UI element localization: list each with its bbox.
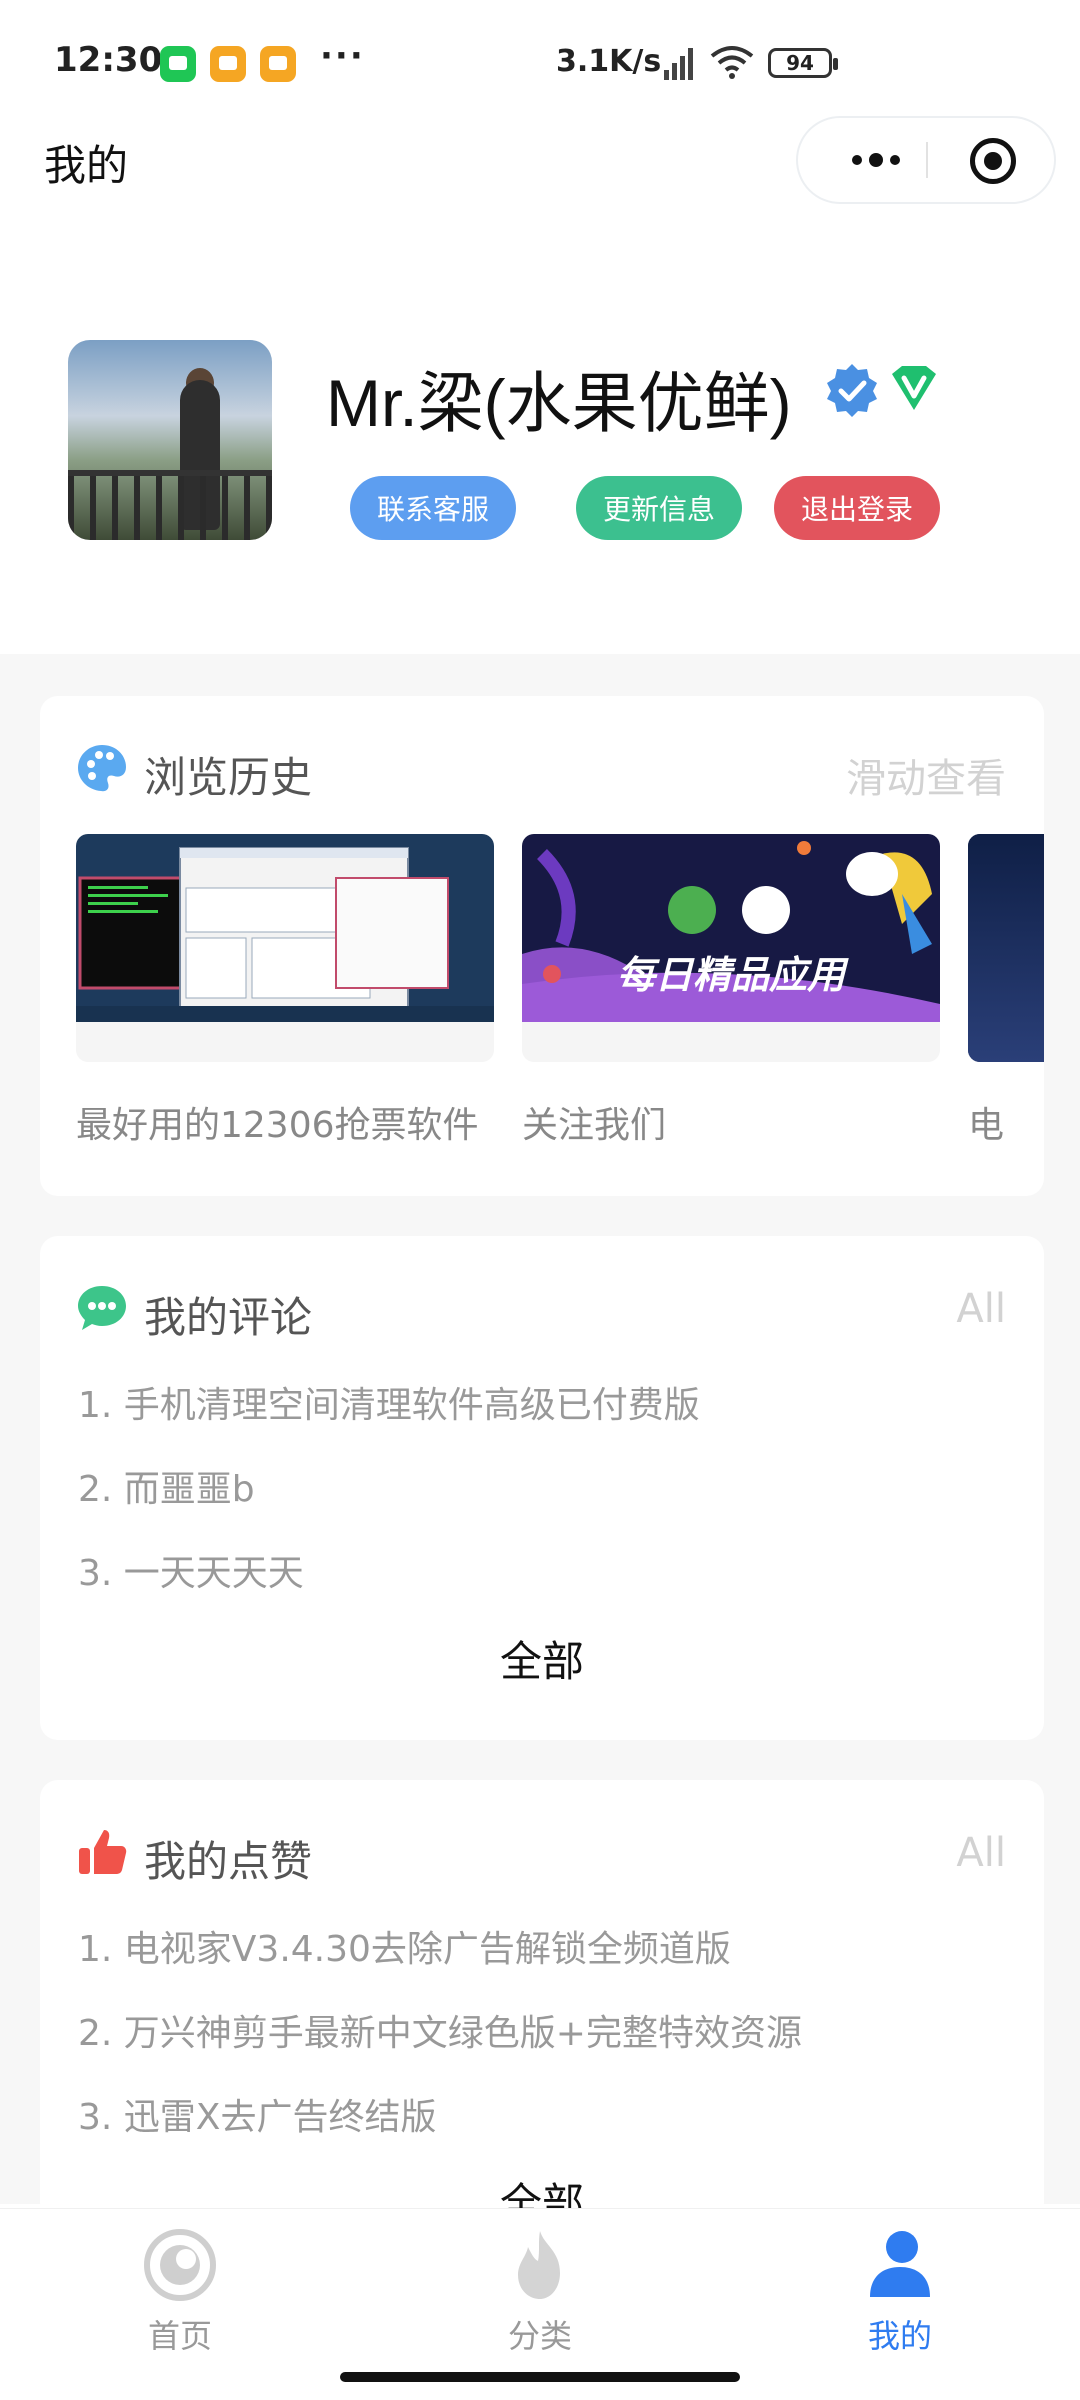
thumbs-up-icon [79, 1830, 127, 1874]
tab-mine[interactable]: 我的 [800, 2227, 1000, 2357]
tab-label: 我的 [867, 2317, 932, 2355]
network-speed: 3.1K/s [556, 44, 662, 79]
comments-card: 我的评论 All 1. 手机清理空间清理软件高级已付费版 2. 而噩噩b 3. … [40, 1236, 1044, 1740]
likes-all-link[interactable]: All [956, 1830, 1006, 1876]
home-indicator [340, 2372, 740, 2382]
liked-item[interactable]: 2. 万兴神剪手最新中文绿色版+完整特效资源 [78, 1992, 1008, 2076]
more-menu-button[interactable] [826, 118, 926, 202]
contact-service-button[interactable]: 联系客服 [350, 476, 516, 540]
verified-badge-icon [827, 364, 877, 417]
mini-program-capsule [796, 116, 1056, 204]
comment-item[interactable]: 1. 手机清理空间清理软件高级已付费版 [78, 1364, 1008, 1448]
wechat-notification-icon [160, 46, 196, 82]
history-card: 浏览历史 滑动查看 最好用的12306抢票软件 每日精品应用 关注我们 电 [40, 696, 1044, 1196]
battery-icon: 94 [768, 48, 838, 78]
flame-icon [518, 2231, 560, 2299]
signal-icon [660, 46, 694, 80]
status-bar: 12:30 ··· 3.1K/s 94 [0, 0, 1080, 130]
tab-label: 分类 [507, 2317, 572, 2355]
home-icon [144, 2229, 216, 2301]
comments-title: 我的评论 [144, 1293, 313, 1342]
liked-item[interactable]: 1. 电视家V3.4.30去除广告解锁全频道版 [78, 1908, 1008, 1992]
message-notification-icon [260, 46, 296, 82]
comment-item[interactable]: 2. 而噩噩b [78, 1448, 1008, 1532]
logout-button[interactable]: 退出登录 [774, 476, 940, 540]
update-info-button[interactable]: 更新信息 [576, 476, 742, 540]
history-thumb-frame [968, 834, 1044, 1062]
palette-icon [78, 745, 126, 792]
close-mini-program-button[interactable] [970, 138, 1016, 184]
history-item-label: 电 [968, 1105, 1005, 1146]
avatar[interactable] [68, 340, 272, 540]
more-notifications-icon: ··· [320, 36, 365, 76]
history-item[interactable]: 每日精品应用 关注我们 [522, 834, 940, 1164]
history-carousel[interactable]: 最好用的12306抢票软件 每日精品应用 关注我们 电 [76, 834, 1044, 1164]
history-thumb-frame [76, 834, 494, 1062]
chat-bubble-icon [78, 1286, 126, 1330]
history-title: 浏览历史 [144, 753, 313, 802]
likes-list: 1. 电视家V3.4.30去除广告解锁全频道版 2. 万兴神剪手最新中文绿色版+… [78, 1908, 1008, 2160]
comments-list: 1. 手机清理空间清理软件高级已付费版 2. 而噩噩b 3. 一天天天天 [78, 1364, 1008, 1616]
swipe-hint: 滑动查看 [846, 756, 1006, 802]
message-notification-icon [210, 46, 246, 82]
tab-home[interactable]: 首页 [80, 2227, 280, 2357]
comments-view-all-button[interactable]: 全部 [40, 1628, 1044, 1689]
likes-title: 我的点赞 [144, 1837, 313, 1886]
user-name: Mr.梁(水果优鲜) [326, 366, 792, 440]
history-item-label: 关注我们 [522, 1105, 667, 1146]
history-item-label: 最好用的12306抢票软件 [76, 1105, 479, 1146]
history-item[interactable]: 电 [968, 834, 1044, 1164]
vip-badge-icon [892, 366, 936, 410]
status-time: 12:30 [54, 40, 163, 80]
avatar-railing [68, 470, 272, 540]
history-thumb-frame: 每日精品应用 [522, 834, 940, 1062]
history-thumbnail [76, 834, 494, 1022]
wifi-icon [710, 46, 754, 79]
history-item[interactable]: 最好用的12306抢票软件 [76, 834, 494, 1164]
page-title: 我的 [44, 141, 129, 190]
tab-category[interactable]: 分类 [440, 2227, 640, 2357]
likes-card: 我的点赞 All 1. 电视家V3.4.30去除广告解锁全频道版 2. 万兴神剪… [40, 1780, 1044, 2220]
comment-item[interactable]: 3. 一天天天天 [78, 1532, 1008, 1616]
liked-item[interactable]: 3. 迅雷X去广告终结版 [78, 2076, 1008, 2160]
comments-all-link[interactable]: All [956, 1286, 1006, 1332]
tab-label: 首页 [147, 2317, 212, 2355]
history-thumbnail [968, 834, 1044, 1062]
capsule-divider [926, 142, 928, 178]
history-banner-text: 每日精品应用 [616, 953, 845, 997]
user-icon [870, 2231, 930, 2297]
